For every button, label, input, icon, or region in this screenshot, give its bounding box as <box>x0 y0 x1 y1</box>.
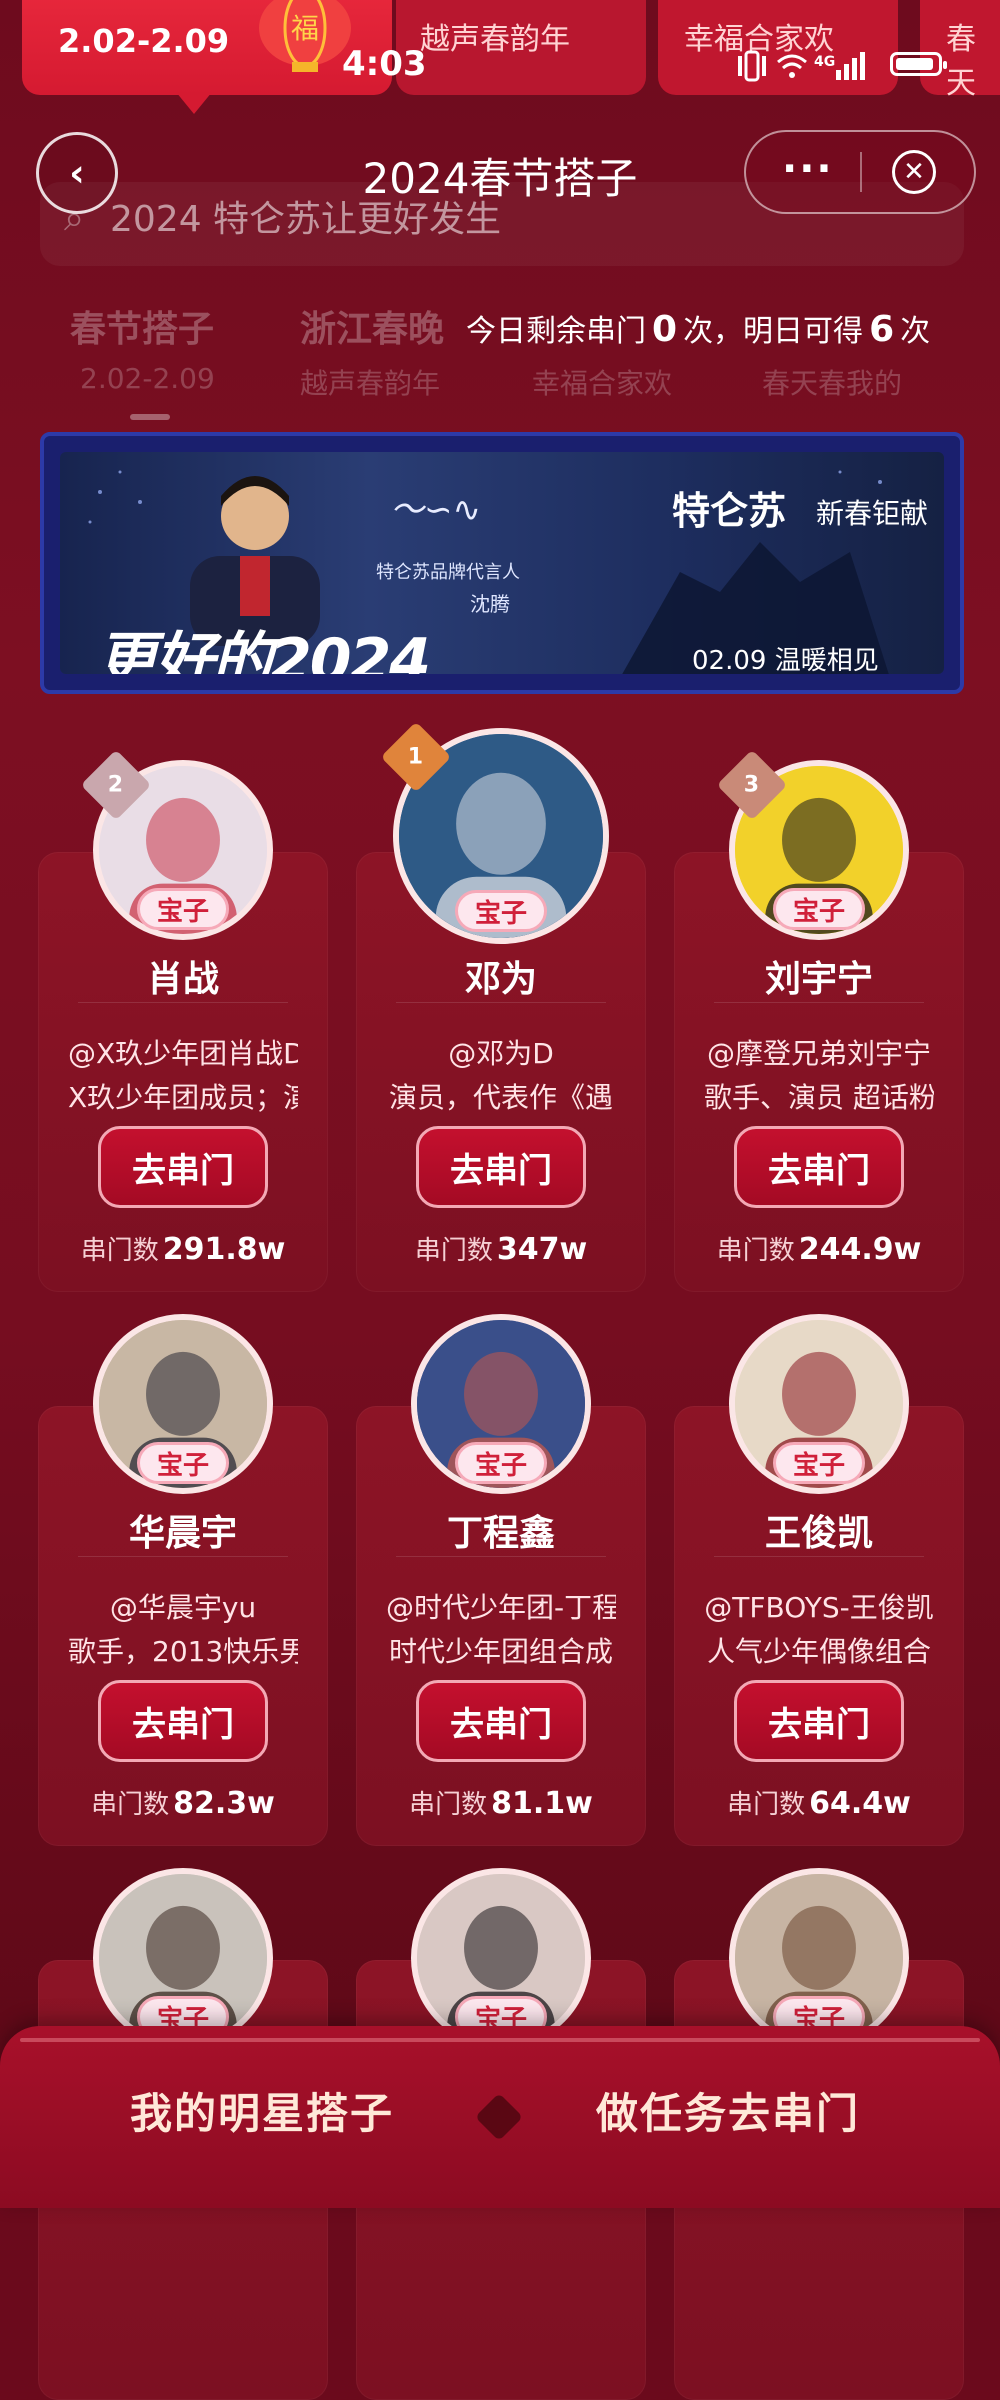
quota-remaining: 0 <box>652 309 678 350</box>
name-divider <box>396 1556 606 1557</box>
name-divider <box>714 1002 924 1003</box>
visit-button[interactable]: 去串门 <box>416 1126 586 1208</box>
star-name: 华晨宇 <box>128 1513 237 1554</box>
visit-count: 串门数 64.4w <box>674 1784 964 1821</box>
banner-gift: 新春钜献 <box>816 497 929 530</box>
tab-spring-partner[interactable]: 春节搭子 <box>70 300 214 352</box>
star-tag: 宝子 <box>137 1442 229 1484</box>
star-handle: @华晨宇yu <box>109 1591 257 1624</box>
battery-icon <box>890 52 947 76</box>
visit-button[interactable]: 去串门 <box>734 1680 904 1762</box>
rank-number: 2 <box>108 772 124 798</box>
visit-count: 串门数 347w <box>356 1230 646 1267</box>
banner-subtitle: 特仑苏品牌代言人 <box>376 562 520 583</box>
star-handle: @摩登兄弟刘宇宁 <box>706 1037 931 1070</box>
star-description: 演员，代表作《遇 <box>388 1081 613 1114</box>
name-divider <box>78 1002 288 1003</box>
do-tasks-button[interactable]: 做任务去串门 <box>596 2080 860 2141</box>
star-handle: @邓为D <box>448 1037 554 1070</box>
rank-number: 3 <box>744 772 760 798</box>
bottom-action-bar: 我的明星搭子 做任务去串门 <box>0 2026 1000 2208</box>
visit-count-value: 244.9w <box>798 1232 922 1267</box>
name-divider <box>78 1556 288 1557</box>
visit-quota: 今日剩余串门 0 次，明日可得 6 次 <box>466 306 930 350</box>
visit-count-value: 347w <box>496 1232 588 1267</box>
capsule-divider <box>860 152 862 192</box>
star-name: 邓为 <box>464 959 537 1000</box>
status-icons: 4G <box>738 50 865 82</box>
visit-button[interactable]: 去串门 <box>734 1126 904 1208</box>
star-description: 人气少年偶像组合 <box>706 1635 931 1668</box>
banner-slogan: 更好的2024 <box>96 626 431 674</box>
visit-count-value: 81.1w <box>491 1786 593 1821</box>
visit-count: 串门数 81.1w <box>356 1784 646 1821</box>
star-tag: 宝子 <box>773 1442 865 1484</box>
banner-brand: 特仑苏 <box>672 489 787 533</box>
more-button[interactable]: ··· <box>782 146 834 192</box>
star-handle: @时代少年团-丁程 <box>386 1591 616 1624</box>
status-time: 4:03 <box>342 44 427 84</box>
star-description: 歌手，2013快乐男 <box>68 1635 298 1668</box>
promo-banner[interactable]: 更好的2024 〜∽∿ 特仑苏品牌代言人 沈腾 特仑苏 新春钜献 02.09 温… <box>40 432 964 694</box>
star-tag: 宝子 <box>773 888 865 930</box>
banner-date: 02.09 温暖相见 <box>692 646 879 674</box>
strip-tab-2-label: 越声春韵年 <box>420 22 570 57</box>
strip-active-date: 2.02-2.09 <box>58 22 230 60</box>
close-button[interactable]: ✕ <box>892 150 936 194</box>
visit-count: 串门数 82.3w <box>38 1784 328 1821</box>
star-name: 丁程鑫 <box>446 1513 555 1554</box>
visit-count-value: 291.8w <box>162 1232 286 1267</box>
svg-text:4G: 4G <box>814 54 835 70</box>
visit-count-label: 串门数 <box>414 1236 493 1266</box>
quota-mid: 次，明日可得 <box>683 314 864 349</box>
tab-zhejiang-gala[interactable]: 浙江春晚 <box>300 300 444 352</box>
my-star-partner-button[interactable]: 我的明星搭子 <box>130 2080 394 2141</box>
tab-spring-partner-sub: 2.02-2.09 <box>80 362 215 395</box>
star-description: X玖少年团成员；演 <box>68 1081 298 1114</box>
quota-tomorrow: 6 <box>869 309 895 350</box>
star-tag: 宝子 <box>455 890 547 932</box>
star-tag: 宝子 <box>137 888 229 930</box>
banner-image: 更好的2024 〜∽∿ 特仑苏品牌代言人 沈腾 特仑苏 新春钜献 02.09 温… <box>60 452 944 674</box>
quota-suffix: 次 <box>900 314 931 349</box>
close-icon: ✕ <box>903 157 925 187</box>
visit-count-label: 串门数 <box>409 1790 488 1820</box>
bottom-divider-diamond <box>474 2092 524 2142</box>
banner-name: 沈腾 <box>470 592 510 616</box>
star-handle: @X玖少年团肖战D <box>68 1037 298 1070</box>
tab-zhejiang-gala-sub: 越声春韵年 <box>300 367 441 400</box>
name-divider <box>396 1002 606 1003</box>
star-tag: 宝子 <box>455 1442 547 1484</box>
visit-count-value: 82.3w <box>173 1786 275 1821</box>
visit-button[interactable]: 去串门 <box>98 1680 268 1762</box>
visit-count-label: 串门数 <box>80 1236 159 1266</box>
star-description: 歌手、演员 超话粉 <box>704 1081 934 1114</box>
mini-program-capsule: ··· ✕ <box>744 130 976 214</box>
star-name: 肖战 <box>146 959 219 1000</box>
star-description: 时代少年团组合成 <box>388 1635 613 1668</box>
visit-count-label: 串门数 <box>716 1236 795 1266</box>
banner-signature: 〜∽∿ <box>390 490 481 530</box>
visit-count-value: 64.4w <box>809 1786 911 1821</box>
star-name: 王俊凯 <box>764 1513 873 1554</box>
strip-active-arrow <box>176 92 212 114</box>
visit-count: 串门数 244.9w <box>674 1230 964 1267</box>
svg-text:福: 福 <box>291 12 319 45</box>
rank-number: 1 <box>408 744 424 770</box>
visit-count-label: 串门数 <box>727 1790 806 1820</box>
tab-3-sub: 幸福合家欢 <box>532 367 673 400</box>
tab-4-sub: 春天春我的 <box>762 367 903 400</box>
strip-tab-4-label: 春天 <box>946 22 976 101</box>
visit-button[interactable]: 去串门 <box>98 1126 268 1208</box>
visit-count: 串门数 291.8w <box>38 1230 328 1267</box>
visit-button[interactable]: 去串门 <box>416 1680 586 1762</box>
star-name: 刘宇宁 <box>764 959 873 1000</box>
tab-active-underline <box>130 414 170 420</box>
visit-count-label: 串门数 <box>91 1790 170 1820</box>
star-handle: @TFBOYS-王俊凯 <box>704 1591 934 1624</box>
name-divider <box>714 1556 924 1557</box>
quota-prefix: 今日剩余串门 <box>466 314 646 349</box>
